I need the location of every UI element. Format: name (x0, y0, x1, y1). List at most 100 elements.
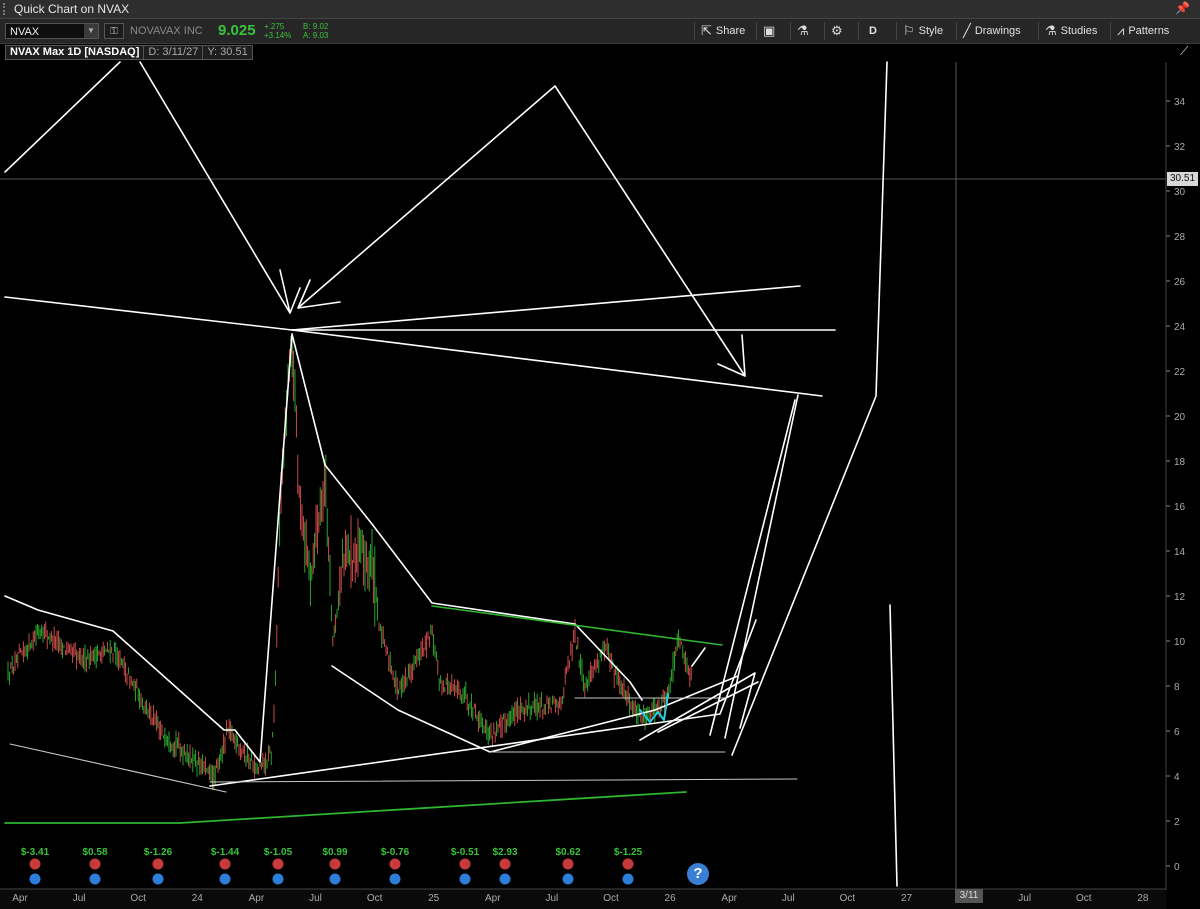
x-tick-label: Oct (367, 893, 383, 904)
drawing-line[interactable] (4, 333, 643, 763)
trend-line-green[interactable] (4, 791, 687, 824)
earnings-info-icon[interactable] (89, 873, 101, 885)
drawing-line[interactable] (9, 743, 227, 793)
earnings-info-icon[interactable] (562, 873, 574, 885)
earnings-value: $-3.41 (21, 847, 50, 858)
earnings-info-icon[interactable] (622, 873, 634, 885)
arrow-drawing[interactable] (297, 85, 746, 377)
earnings-value: $-1.44 (211, 847, 240, 858)
chart-symbol-desc: NVAX Max 1D [NASDAQ] (5, 45, 145, 60)
y-tick-label: 4 (1174, 772, 1180, 783)
earnings-phone-icon[interactable] (459, 858, 471, 870)
earnings-info-icon[interactable] (29, 873, 41, 885)
earnings-phone-icon[interactable] (29, 858, 41, 870)
y-tick-label: 20 (1174, 412, 1186, 423)
y-tick-label: 22 (1174, 367, 1186, 378)
x-tick-label: 28 (1137, 893, 1149, 904)
earnings-value: $-1.25 (614, 847, 643, 858)
x-tick-label: Apr (721, 893, 737, 904)
drawing-tool-icon[interactable]: ⟋ (1180, 44, 1196, 60)
y-tick-label: 16 (1174, 502, 1186, 513)
earnings-value: $2.93 (492, 847, 517, 858)
trend-line-green[interactable] (431, 605, 723, 646)
x-tick-label: 27 (901, 893, 913, 904)
earnings-phone-icon[interactable] (329, 858, 341, 870)
drawing-line[interactable] (291, 285, 801, 331)
x-tick-label: Jul (1018, 893, 1031, 904)
earnings-value: $-1.26 (144, 847, 173, 858)
y-tick-label: 12 (1174, 592, 1186, 603)
earnings-phone-icon[interactable] (622, 858, 634, 870)
drawing-line[interactable] (4, 61, 121, 173)
earnings-phone-icon[interactable] (272, 858, 284, 870)
drawing-line[interactable] (889, 604, 898, 887)
drawing-line[interactable] (724, 394, 799, 739)
y-tick-label: 0 (1174, 862, 1180, 873)
y-tick-label: 28 (1174, 232, 1186, 243)
x-tick-label: Oct (1076, 893, 1092, 904)
x-tick-label: Jul (546, 893, 559, 904)
x-tick-label: Apr (12, 893, 28, 904)
price-axis: 0246810121416182022242628303234 (1165, 62, 1186, 890)
candles (7, 332, 692, 791)
price-chart[interactable]: 0246810121416182022242628303234 Apr Jul Oc… (0, 0, 1200, 909)
arrow-drawing[interactable] (139, 61, 301, 314)
earnings-info-icon[interactable] (389, 873, 401, 885)
earnings-info-icon[interactable] (219, 873, 231, 885)
earnings-info-icon[interactable] (329, 873, 341, 885)
earnings-value: $-0.76 (381, 847, 410, 858)
time-axis: Apr Jul Oct 24 Apr Jul Oct 25 Apr Jul Oct 26 Apr Jul O… (0, 888, 1166, 909)
drawing-line[interactable] (209, 778, 798, 783)
earnings-value: $0.62 (555, 847, 580, 858)
x-tick-label: 24 (192, 893, 204, 904)
earnings-info-icon[interactable] (499, 873, 511, 885)
y-tick-label: 34 (1174, 97, 1186, 108)
earnings-phone-icon[interactable] (499, 858, 511, 870)
earnings-info-icon[interactable] (459, 873, 471, 885)
y-tick-label: 8 (1174, 682, 1180, 693)
help-icon[interactable]: ? (687, 863, 709, 885)
y-tick-label: 14 (1174, 547, 1186, 558)
x-tick-label: Oct (130, 893, 146, 904)
y-tick-label: 10 (1174, 637, 1186, 648)
earnings-phone-icon[interactable] (89, 858, 101, 870)
earnings-phone-icon[interactable] (219, 858, 231, 870)
y-tick-label: 30 (1174, 187, 1186, 198)
x-tick-label: 26 (665, 893, 677, 904)
crosshair-lines (0, 62, 1166, 890)
earnings-info-icon[interactable] (272, 873, 284, 885)
x-tick-label: Oct (603, 893, 619, 904)
drawing-line[interactable] (4, 296, 293, 331)
y-tick-label: 6 (1174, 727, 1180, 738)
y-tick-label: 2 (1174, 817, 1180, 828)
earnings-value: $0.99 (322, 847, 347, 858)
x-tick-label: Jul (309, 893, 322, 904)
y-tick-label: 32 (1174, 142, 1186, 153)
chart-header: NVAX Max 1D [NASDAQ] D: 3/11/27 Y: 30.51 (5, 45, 253, 60)
earnings-phone-icon[interactable] (389, 858, 401, 870)
earnings-value: $-0.51 (451, 847, 480, 858)
y-tick-label: 26 (1174, 277, 1186, 288)
earnings-phone-icon[interactable] (562, 858, 574, 870)
crosshair-price-label: 30.51 (1167, 172, 1198, 186)
earnings-value: $0.58 (82, 847, 107, 858)
x-tick-label: Apr (485, 893, 501, 904)
drawing-line[interactable] (691, 647, 706, 667)
drawing-line[interactable] (657, 681, 759, 733)
earnings-phone-icon[interactable] (152, 858, 164, 870)
time-axis-bg (0, 889, 1166, 909)
user-drawings[interactable] (4, 61, 898, 887)
earnings-markers[interactable]: $-3.41 $0.58 $-1.26 $-1.44 $-1.05 $0.99 $-0.76… (21, 847, 643, 885)
readout-date: D: 3/11/27 (144, 45, 204, 60)
y-tick-label: 24 (1174, 322, 1186, 333)
drawing-line[interactable] (731, 61, 888, 756)
x-tick-label: Jul (782, 893, 795, 904)
x-tick-label: Jul (73, 893, 86, 904)
crosshair-date-label: 3/11 (955, 889, 983, 903)
x-tick-label: Apr (249, 893, 265, 904)
earnings-value: $-1.05 (264, 847, 293, 858)
x-tick-label: 25 (428, 893, 440, 904)
readout-price: Y: 30.51 (203, 45, 253, 60)
x-tick-label: Oct (840, 893, 856, 904)
earnings-info-icon[interactable] (152, 873, 164, 885)
